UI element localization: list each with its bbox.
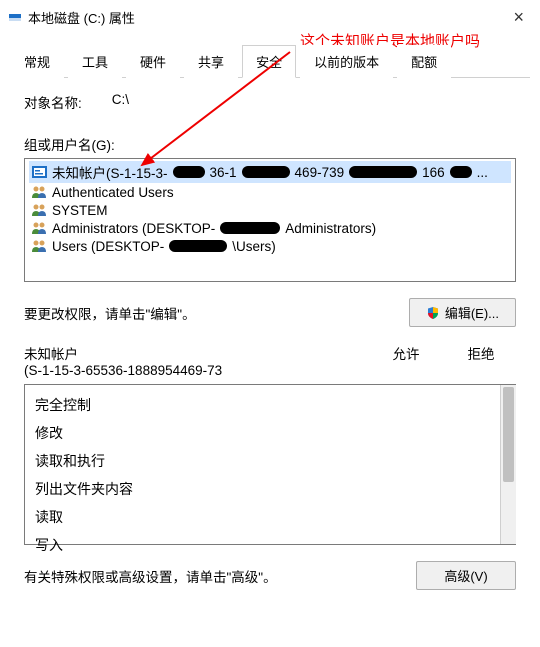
title-bar: 本地磁盘 (C:) 属性 × (0, 0, 540, 34)
deny-column-header: 拒绝 (446, 343, 516, 378)
selected-principal-sid: (S-1-15-3-65536-1888954469-73 (24, 363, 366, 378)
principal-administrators[interactable]: Administrators (DESKTOP- Administrators) (29, 219, 511, 237)
permission-item: 读取 (35, 503, 506, 531)
scrollbar[interactable] (500, 385, 516, 544)
edit-button[interactable]: 编辑(E)... (409, 298, 516, 327)
principal-authenticated-users[interactable]: Authenticated Users (29, 183, 511, 201)
permission-item: 列出文件夹内容 (35, 475, 506, 503)
advanced-button-label: 高级(V) (444, 566, 487, 585)
principal-unknown-account[interactable]: 未知帐户(S-1-15-3- 36-1 469-739 166 ... (29, 161, 511, 183)
principals-listbox[interactable]: 未知帐户(S-1-15-3- 36-1 469-739 166 ... Auth… (24, 158, 516, 282)
window-title: 本地磁盘 (C:) 属性 (28, 8, 135, 27)
list-item-label: \Users) (232, 239, 276, 254)
permission-item: 写入 (35, 531, 506, 559)
redaction (349, 166, 417, 178)
object-name-value: C:\ (112, 92, 129, 112)
principal-system[interactable]: SYSTEM (29, 201, 511, 219)
redaction (169, 240, 227, 252)
principal-users[interactable]: Users (DESKTOP- \Users) (29, 237, 511, 255)
advanced-button[interactable]: 高级(V) (416, 561, 516, 590)
list-item-label: 166 (422, 165, 445, 180)
permission-item: 读取和执行 (35, 447, 506, 475)
list-item-label: Users (DESKTOP- (52, 239, 164, 254)
list-item-label: Administrators) (285, 221, 376, 236)
drive-icon (8, 10, 22, 24)
permissions-for-label: 未知帐户 (S-1-15-3-65536-1888954469-73 (24, 343, 366, 378)
users-icon (31, 238, 47, 254)
redaction (242, 166, 290, 178)
tab-hardware[interactable]: 硬件 (126, 45, 180, 78)
scrollbar-thumb[interactable] (503, 387, 514, 482)
edit-button-label: 编辑(E)... (445, 303, 499, 322)
title-left: 本地磁盘 (C:) 属性 (8, 8, 135, 27)
tab-previous-versions[interactable]: 以前的版本 (300, 45, 393, 78)
tab-security[interactable]: 安全 (242, 45, 296, 78)
redaction (173, 166, 205, 178)
list-item-label: Administrators (DESKTOP- (52, 221, 215, 236)
list-item-label: 未知帐户(S-1-15-3- (52, 162, 168, 182)
tab-tools[interactable]: 工具 (68, 45, 122, 78)
list-item-label: Authenticated Users (52, 185, 174, 200)
users-icon (31, 220, 47, 236)
tab-sharing[interactable]: 共享 (184, 45, 238, 78)
tab-content: 对象名称: C:\ 组或用户名(G): 未知帐户(S-1-15-3- 36-1 … (0, 78, 540, 600)
list-item-label: ... (477, 165, 488, 180)
permission-item: 修改 (35, 419, 506, 447)
edit-hint: 要更改权限，请单击"编辑"。 (24, 303, 196, 323)
tab-general[interactable]: 常规 (10, 45, 64, 78)
users-icon (31, 202, 47, 218)
object-name-row: 对象名称: C:\ (24, 92, 516, 112)
group-or-users-label: 组或用户名(G): (24, 134, 516, 154)
redaction (450, 166, 472, 178)
redaction (220, 222, 280, 234)
sid-icon (31, 164, 47, 180)
shield-icon (426, 306, 440, 320)
object-name-label: 对象名称: (24, 92, 82, 112)
permissions-listbox[interactable]: 完全控制 修改 读取和执行 列出文件夹内容 读取 写入 (24, 384, 516, 545)
list-item-label: 469-739 (295, 165, 345, 180)
allow-column-header: 允许 (366, 343, 446, 378)
close-button[interactable]: × (507, 7, 530, 28)
permission-item: 完全控制 (35, 391, 506, 419)
tab-quota[interactable]: 配额 (397, 45, 451, 78)
list-item-label: 36-1 (210, 165, 237, 180)
advanced-hint: 有关特殊权限或高级设置，请单击"高级"。 (24, 566, 277, 586)
selected-principal-name: 未知帐户 (24, 343, 366, 363)
users-icon (31, 184, 47, 200)
list-item-label: SYSTEM (52, 203, 108, 218)
